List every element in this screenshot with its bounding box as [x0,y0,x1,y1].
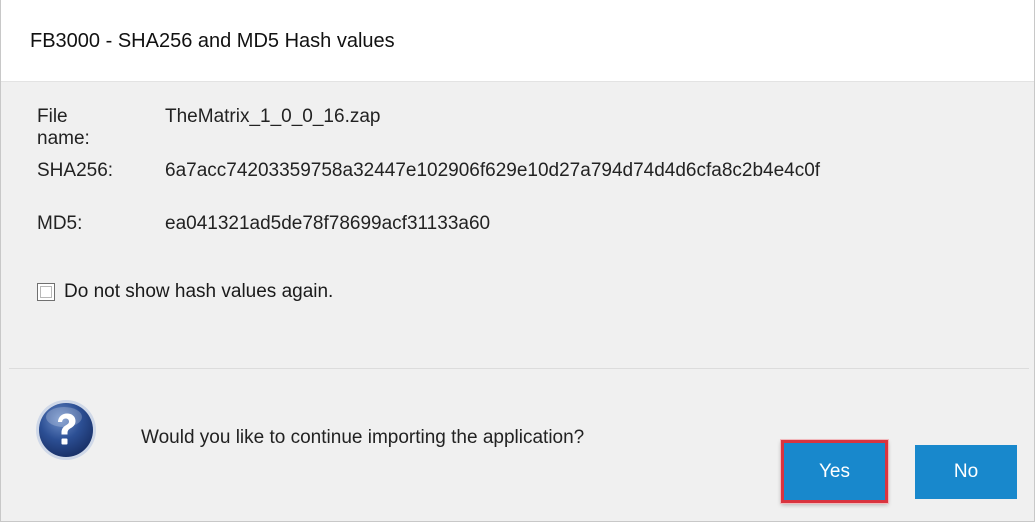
hash-values-dialog: FB3000 - SHA256 and MD5 Hash values File… [0,0,1035,522]
dialog-title: FB3000 - SHA256 and MD5 Hash values [30,30,395,52]
do-not-show-again-checkbox[interactable] [37,283,55,301]
yes-button-label[interactable]: Yes [790,449,879,494]
sha256-label: SHA256: [37,160,114,181]
confirmation-message: Would you like to continue importing the… [141,427,585,448]
md5-value: ea041321ad5de78f78699acf31133a60 [165,213,491,234]
title-bar: FB3000 - SHA256 and MD5 Hash values [1,0,1034,82]
sha256-value: 6a7acc74203359758a32447e102906f629e10d27… [165,160,821,181]
yes-button[interactable]: Yes [781,440,888,503]
file-name-value: TheMatrix_1_0_0_16.zap [165,106,381,127]
no-button[interactable]: No [915,445,1017,499]
separator [9,368,1029,369]
do-not-show-again-label[interactable]: Do not show hash values again. [64,281,333,303]
question-icon [36,400,96,460]
file-name-label: File name: [37,106,90,149]
md5-label: MD5: [37,213,83,234]
